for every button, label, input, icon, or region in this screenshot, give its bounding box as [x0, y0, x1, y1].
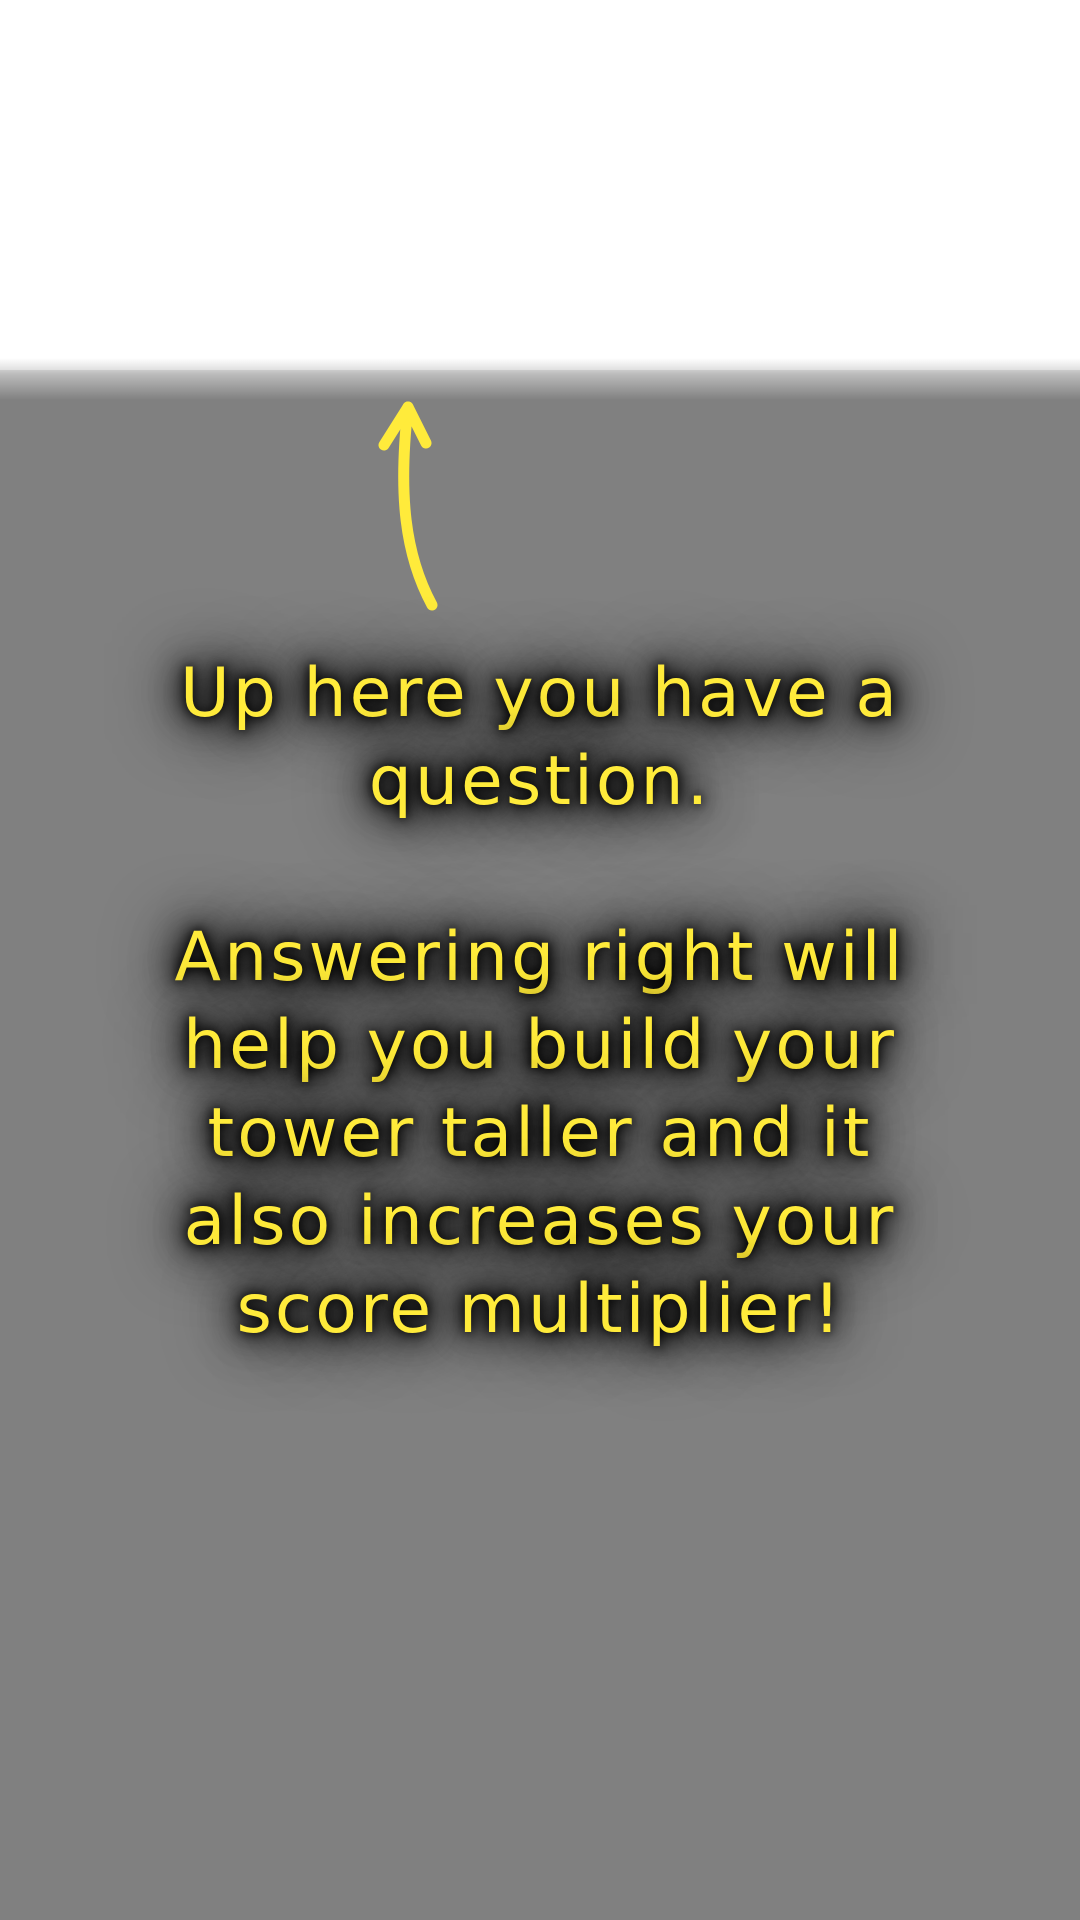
- tutorial-hint-text: Up here you have a question. Answering r…: [174, 654, 906, 1349]
- arrow-up-icon: [378, 401, 438, 611]
- spotlight-fade-edge: [0, 358, 1080, 400]
- question-spotlight-area: [0, 0, 1080, 370]
